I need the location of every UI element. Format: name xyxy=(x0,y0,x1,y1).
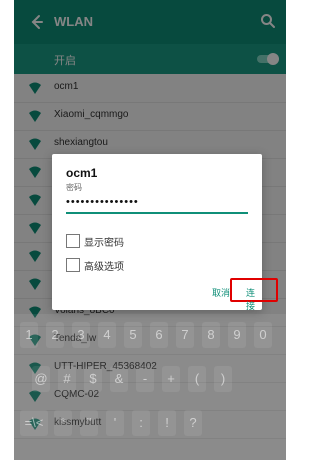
advanced-options-checkbox[interactable] xyxy=(66,258,80,272)
key[interactable]: 8 xyxy=(202,322,220,348)
key[interactable]: 3 xyxy=(72,322,90,348)
key[interactable]: 1 xyxy=(20,322,38,348)
key[interactable]: # xyxy=(58,366,76,392)
password-label: 密码 xyxy=(66,183,82,192)
key[interactable]: ( xyxy=(188,366,206,392)
key[interactable]: ? xyxy=(184,410,202,436)
keyboard-row-3: =\< * " ' : ! ? xyxy=(14,408,286,438)
key[interactable]: 7 xyxy=(176,322,194,348)
app-frame: WLAN 开启 ocm1 Xiaomi_cqmmgo shexiangtou V… xyxy=(14,0,286,460)
cancel-button[interactable]: 取消 xyxy=(212,286,230,299)
advanced-options-label: 高级选项 xyxy=(84,262,124,273)
key[interactable]: " xyxy=(80,410,98,436)
key[interactable]: 0 xyxy=(254,322,272,348)
keyboard-row-2: @ # $ & - + ( ) xyxy=(14,364,286,394)
key[interactable]: 2 xyxy=(46,322,64,348)
connect-button[interactable]: 连接 xyxy=(246,286,262,312)
keyboard-row-1: 1 2 3 4 5 6 7 8 9 0 xyxy=(14,320,286,350)
key[interactable]: ) xyxy=(214,366,232,392)
wifi-password-dialog: ocm1 密码 ••••••••••••••• 显示密码 高级选项 取消 连接 xyxy=(52,154,278,312)
key[interactable]: 9 xyxy=(228,322,246,348)
key[interactable]: - xyxy=(136,366,154,392)
key[interactable]: =\< xyxy=(20,410,48,436)
key[interactable]: * xyxy=(54,410,72,436)
key[interactable]: : xyxy=(132,410,150,436)
show-password-label: 显示密码 xyxy=(84,238,124,249)
key[interactable]: 5 xyxy=(124,322,142,348)
show-password-checkbox[interactable] xyxy=(66,234,80,248)
key[interactable]: ! xyxy=(158,410,176,436)
soft-keyboard: 1 2 3 4 5 6 7 8 9 0 @ # $ & - + ( ) =\< … xyxy=(14,314,286,460)
key[interactable]: 6 xyxy=(150,322,168,348)
key[interactable]: & xyxy=(110,366,128,392)
key[interactable]: + xyxy=(162,366,180,392)
key[interactable]: @ xyxy=(32,366,50,392)
dialog-title: ocm1 xyxy=(66,166,98,180)
password-input[interactable]: ••••••••••••••• xyxy=(66,194,248,214)
key[interactable]: $ xyxy=(84,366,102,392)
password-value: ••••••••••••••• xyxy=(66,196,139,208)
key[interactable]: 4 xyxy=(98,322,116,348)
key[interactable]: ' xyxy=(106,410,124,436)
